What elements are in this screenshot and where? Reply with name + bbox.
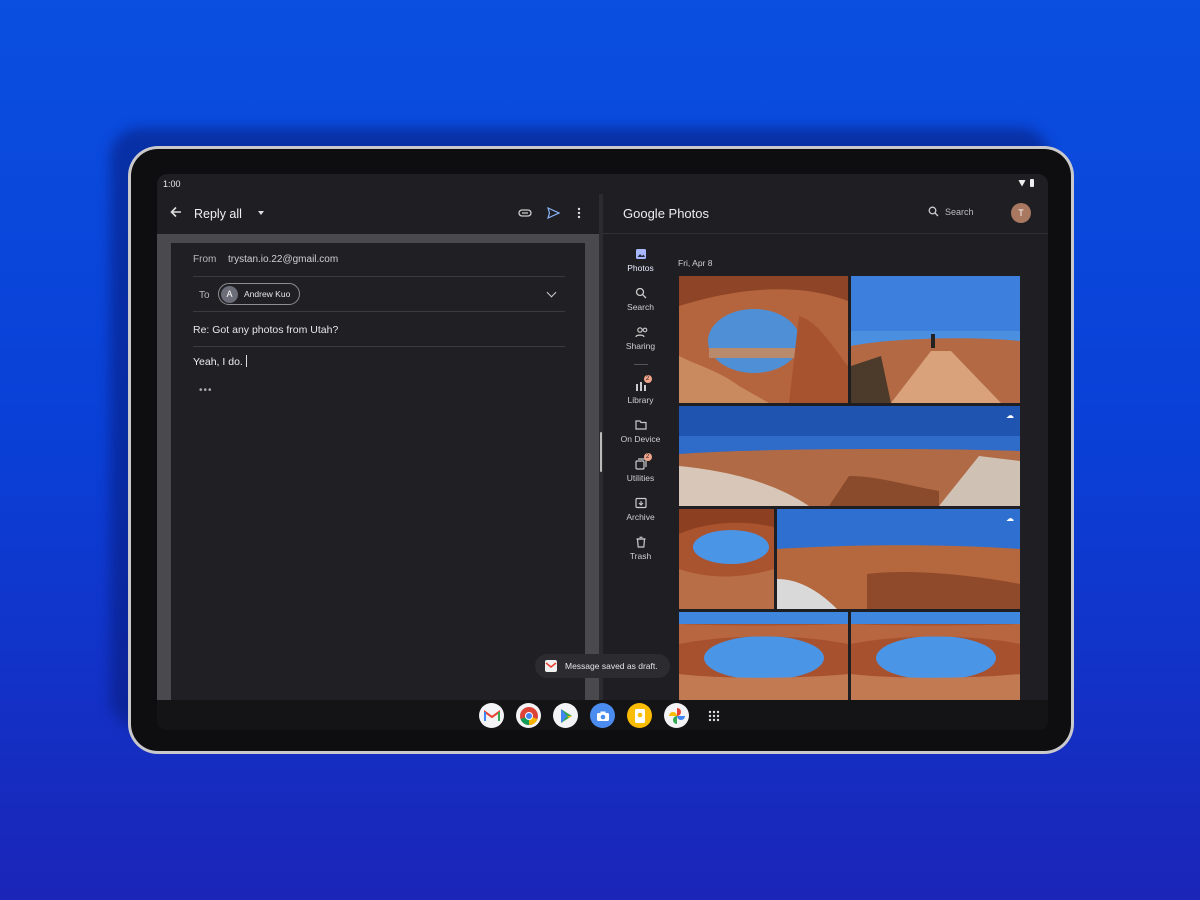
nav-label-trash: Trash xyxy=(629,551,652,561)
photos-app-icon[interactable] xyxy=(664,703,689,728)
compose-area: From trystan.io.22@gmail.com To A Andrew… xyxy=(157,234,599,709)
attach-icon[interactable] xyxy=(517,205,533,221)
photo-thumbnail[interactable] xyxy=(679,612,848,702)
gmail-icon xyxy=(545,660,557,672)
gmail-icon[interactable] xyxy=(479,703,504,728)
photo-thumbnail[interactable] xyxy=(679,509,774,609)
nav-item-photos[interactable]: Photos xyxy=(603,248,678,273)
to-label: To xyxy=(199,290,210,301)
battery-icon xyxy=(1030,179,1034,187)
subject-field[interactable]: Re: Got any photos from Utah? xyxy=(193,324,338,336)
cloud-icon: ☁ xyxy=(1006,514,1014,523)
account-avatar[interactable]: T xyxy=(1011,203,1031,223)
photos-pane: Google Photos Search T Photos Search Sha… xyxy=(603,194,1048,702)
cloud-icon: ☁ xyxy=(1006,411,1014,420)
to-row[interactable]: To A Andrew Kuo xyxy=(193,277,565,312)
from-row[interactable]: From trystan.io.22@gmail.com xyxy=(193,243,565,277)
nav-item-search[interactable]: Search xyxy=(603,287,678,312)
photo-thumbnail[interactable] xyxy=(679,276,848,403)
from-address[interactable]: trystan.io.22@gmail.com xyxy=(228,254,338,265)
send-icon[interactable] xyxy=(545,205,561,221)
nav-item-on-device[interactable]: On Device xyxy=(603,419,678,444)
tablet-device: 1:00 Reply all From trystan.io.22@gmail.… xyxy=(128,146,1074,754)
trash-icon xyxy=(635,536,647,548)
subject-row[interactable]: Re: Got any photos from Utah? xyxy=(193,312,565,347)
recipient-name: Andrew Kuo xyxy=(244,289,291,299)
chrome-icon[interactable] xyxy=(516,703,541,728)
reply-mode-label[interactable]: Reply all xyxy=(194,207,242,221)
utilities-icon: 2 xyxy=(634,453,652,470)
app-dock xyxy=(479,703,726,728)
photo-thumbnail[interactable] xyxy=(851,276,1020,403)
back-arrow-icon[interactable] xyxy=(169,205,185,221)
reply-mode-dropdown-icon[interactable] xyxy=(258,211,264,215)
tablet-screen: 1:00 Reply all From trystan.io.22@gmail.… xyxy=(157,174,1048,730)
show-quoted-text-button[interactable]: ••• xyxy=(199,385,213,396)
nav-label-photos: Photos xyxy=(627,263,654,273)
camera-icon[interactable] xyxy=(590,703,615,728)
draft-saved-toast: Message saved as draft. xyxy=(535,654,670,678)
photos-header: Google Photos Search T xyxy=(603,194,1048,234)
date-header: Fri, Apr 8 xyxy=(678,258,713,268)
tablet-bezel: 1:00 Reply all From trystan.io.22@gmail.… xyxy=(131,149,1071,751)
compose-sheet: From trystan.io.22@gmail.com To A Andrew… xyxy=(171,243,585,709)
toast-message: Message saved as draft. xyxy=(565,661,658,671)
library-icon: 2 xyxy=(635,375,652,392)
nav-separator xyxy=(634,364,648,365)
nav-item-utilities[interactable]: 2 Utilities xyxy=(603,453,678,483)
from-label: From xyxy=(193,254,217,265)
search-icon xyxy=(928,206,939,217)
more-options-icon[interactable] xyxy=(571,205,587,221)
status-bar: 1:00 xyxy=(157,174,1048,194)
photos-nav-rail: Photos Search Sharing 2 Library On Devic… xyxy=(603,234,678,700)
recipient-avatar: A xyxy=(221,285,238,303)
status-icons xyxy=(1018,179,1034,187)
nav-label-on-device: On Device xyxy=(620,434,661,444)
text-cursor xyxy=(245,355,247,367)
photos-icon xyxy=(635,248,647,260)
message-body[interactable]: Yeah, I do. xyxy=(193,355,247,368)
gmail-compose-pane: Reply all From trystan.io.22@gmail.com T… xyxy=(157,194,599,709)
nav-label-library: Library xyxy=(627,395,654,405)
nav-label-search: Search xyxy=(627,302,654,312)
nav-item-sharing[interactable]: Sharing xyxy=(603,326,678,351)
play-store-icon[interactable] xyxy=(553,703,578,728)
nav-item-trash[interactable]: Trash xyxy=(603,536,678,561)
photo-thumbnail[interactable]: ☁ xyxy=(777,509,1020,609)
archive-icon xyxy=(634,497,647,509)
nav-label-sharing: Sharing xyxy=(625,341,656,351)
library-badge: 2 xyxy=(643,375,652,383)
nav-item-archive[interactable]: Archive xyxy=(603,497,678,522)
wifi-icon xyxy=(1018,179,1026,187)
photo-thumbnail[interactable] xyxy=(851,612,1020,702)
photo-thumbnail[interactable]: ☁ xyxy=(679,406,1020,506)
nav-label-utilities: Utilities xyxy=(626,473,655,483)
sharing-icon xyxy=(634,326,647,338)
body-text: Yeah, I do. xyxy=(193,356,243,368)
search-icon xyxy=(635,287,647,299)
compose-toolbar: Reply all xyxy=(157,194,599,234)
keep-icon[interactable] xyxy=(627,703,652,728)
recipient-chip[interactable]: A Andrew Kuo xyxy=(218,283,301,305)
status-time: 1:00 xyxy=(163,179,181,189)
photos-search-label: Search xyxy=(945,206,974,217)
photos-app-title: Google Photos xyxy=(623,206,710,221)
app-drawer-icon[interactable] xyxy=(701,703,726,728)
folder-icon xyxy=(634,419,647,431)
split-resize-handle[interactable] xyxy=(600,432,602,472)
utilities-badge: 2 xyxy=(643,453,652,461)
nav-item-library[interactable]: 2 Library xyxy=(603,375,678,405)
photos-search-button[interactable]: Search xyxy=(928,206,974,217)
expand-recipients-icon[interactable] xyxy=(546,287,557,298)
taskbar xyxy=(157,700,1048,730)
nav-label-archive: Archive xyxy=(626,512,655,522)
